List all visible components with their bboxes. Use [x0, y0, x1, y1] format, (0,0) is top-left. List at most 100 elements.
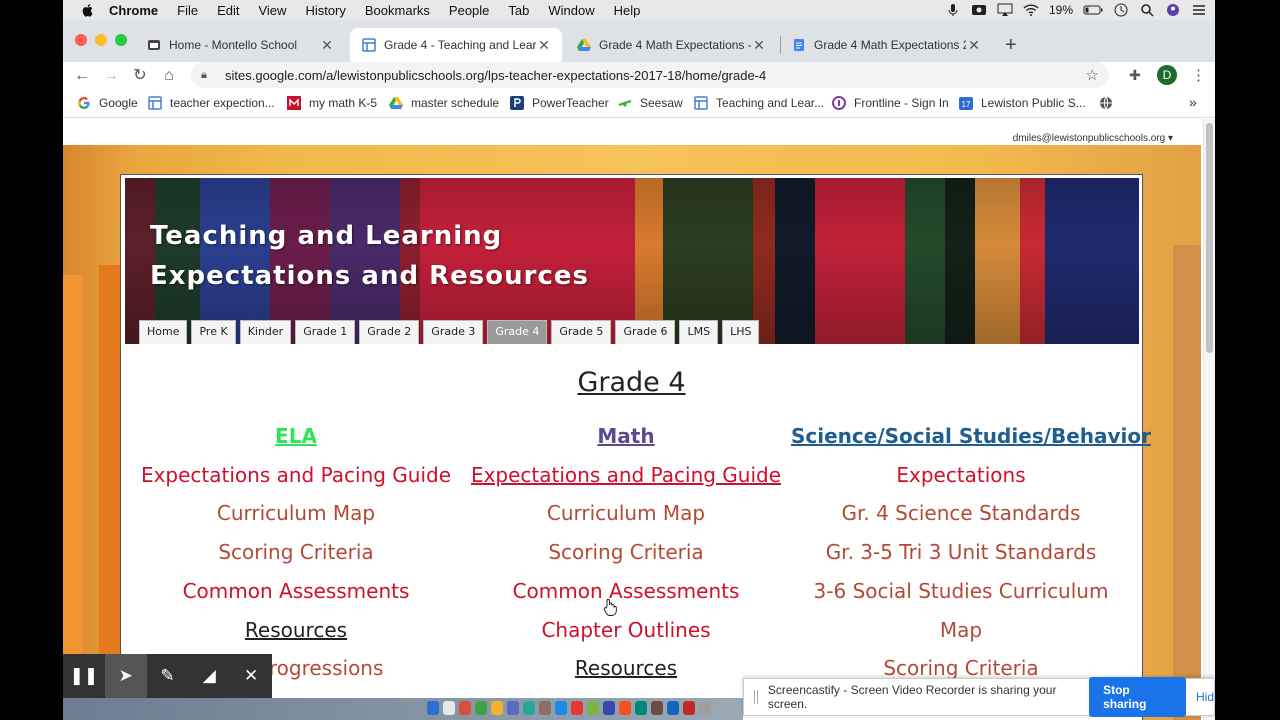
hide-sharing-bar-button[interactable]: Hid	[1196, 690, 1214, 704]
nav-grade-4[interactable]: Grade 4	[487, 320, 548, 344]
nav-home[interactable]: Home	[139, 320, 188, 344]
science-heading-link[interactable]: Science/Social Studies/Behavior	[791, 417, 1151, 456]
nav-grade-1[interactable]: Grade 1	[295, 320, 356, 344]
bookmark-teacher-expection[interactable]: teacher expection...	[148, 96, 275, 110]
close-window-button[interactable]	[75, 34, 87, 46]
search-icon[interactable]	[1139, 3, 1155, 17]
apple-icon[interactable]	[81, 3, 95, 17]
nav-grade-5[interactable]: Grade 5	[551, 320, 612, 344]
menu-tab[interactable]: Tab	[508, 3, 529, 18]
microphone-icon[interactable]	[945, 3, 961, 17]
math-scoring-criteria-link[interactable]: Scoring Criteria	[461, 533, 791, 572]
bookmark-powerteacher[interactable]: PowerTeacher	[510, 96, 609, 110]
unit-standards-link[interactable]: Gr. 3-5 Tri 3 Unit Standards	[791, 533, 1131, 572]
nav-lhs[interactable]: LHS	[722, 320, 760, 344]
minimize-window-button[interactable]	[95, 34, 107, 46]
dock-app-icon[interactable]	[603, 701, 615, 715]
dock-app-icon[interactable]	[491, 701, 503, 715]
science-expectations-link[interactable]: Expectations	[791, 456, 1131, 495]
ela-scoring-criteria-link[interactable]: Scoring Criteria	[131, 533, 461, 572]
extensions-puzzle-icon[interactable]: ✚	[1129, 67, 1141, 84]
url-text[interactable]: sites.google.com/a/lewistonpublicschools…	[225, 68, 766, 83]
ela-heading-link[interactable]: ELA	[131, 417, 461, 456]
bookmark-lewiston-public[interactable]: 17 Lewiston Public S...	[959, 96, 1086, 110]
ela-expectations-link[interactable]: Expectations and Pacing Guide	[131, 456, 461, 495]
dock-app-icon[interactable]	[587, 701, 599, 715]
profile-avatar[interactable]: D	[1157, 65, 1177, 85]
menu-window[interactable]: Window	[548, 3, 594, 18]
nav-grade-3[interactable]: Grade 3	[423, 320, 484, 344]
tab-grade-4-teaching[interactable]: Grade 4 - Teaching and Learnin ✕	[350, 28, 562, 62]
nav-grade-6[interactable]: Grade 6	[615, 320, 676, 344]
menu-app-chrome[interactable]: Chrome	[109, 3, 158, 18]
bookmark-teaching-and-learning[interactable]: Teaching and Lear...	[694, 96, 824, 110]
social-studies-map-link[interactable]: Map	[791, 611, 1131, 650]
math-curriculum-map-link[interactable]: Curriculum Map	[461, 494, 791, 533]
dock-app-icon[interactable]	[683, 701, 695, 715]
ela-resources-link[interactable]: Resources	[131, 611, 461, 650]
bookmark-frontline[interactable]: Frontline - Sign In	[832, 96, 949, 110]
math-chapter-outlines-link[interactable]: Chapter Outlines	[461, 611, 791, 650]
dock-app-icon[interactable]	[507, 701, 519, 715]
airplay-icon[interactable]	[997, 3, 1013, 17]
drag-grip-icon[interactable]	[754, 690, 758, 704]
bookmark-star-icon[interactable]: ☆	[1086, 66, 1099, 84]
menu-history[interactable]: History	[305, 3, 345, 18]
notification-list-icon[interactable]	[1191, 3, 1207, 17]
home-icon[interactable]: ⌂	[158, 65, 180, 87]
tab-math-expectations-doc[interactable]: Grade 4 Math Expectations 20 ✕	[780, 28, 992, 62]
dock-app-icon[interactable]	[459, 701, 471, 715]
nav-pre-k[interactable]: Pre K	[191, 320, 236, 344]
bookmark-globe[interactable]	[1099, 96, 1121, 110]
menu-view[interactable]: View	[258, 3, 286, 18]
ela-common-assessments-link[interactable]: Common Assessments	[131, 572, 461, 611]
dock-app-icon[interactable]	[667, 701, 679, 715]
math-common-assessments-link[interactable]: Common Assessments	[461, 572, 791, 611]
bookmark-google[interactable]: Google	[77, 96, 138, 110]
address-bar[interactable]: 🔒︎ sites.google.com/a/lewistonpublicscho…	[191, 62, 1109, 88]
lock-icon[interactable]: 🔒︎	[201, 69, 213, 82]
dock-app-icon[interactable]	[555, 701, 567, 715]
wifi-icon[interactable]	[1023, 3, 1039, 17]
dock-app-icon[interactable]	[523, 701, 535, 715]
dock-app-icon[interactable]	[475, 701, 487, 715]
forward-arrow-icon[interactable]: →	[100, 65, 122, 87]
dock-app-icon[interactable]	[651, 701, 663, 715]
bookmark-master-schedule[interactable]: master schedule	[389, 96, 499, 110]
user-email-menu[interactable]: dmiles@lewistonpublicschools.org ▾	[1013, 133, 1173, 144]
tab-close-icon[interactable]: ✕	[966, 37, 982, 54]
pause-icon[interactable]: ❚❚	[63, 654, 105, 698]
user-avatar-icon[interactable]	[1165, 3, 1181, 17]
math-heading-link[interactable]: Math	[461, 417, 791, 456]
social-studies-curriculum-link[interactable]: 3-6 Social Studies Curriculum	[791, 572, 1131, 611]
eraser-tool-icon[interactable]: ◢	[188, 654, 230, 698]
science-standards-link[interactable]: Gr. 4 Science Standards	[791, 494, 1131, 533]
menu-bookmarks[interactable]: Bookmarks	[365, 3, 430, 18]
chrome-menu-icon[interactable]: ⋮	[1191, 66, 1206, 84]
zoom-window-button[interactable]	[115, 34, 127, 46]
stop-sharing-button[interactable]: Stop sharing	[1089, 677, 1186, 717]
dock-app-icon[interactable]	[699, 701, 711, 715]
reload-icon[interactable]: ↻	[129, 65, 151, 87]
battery-icon[interactable]	[1083, 3, 1103, 17]
dock-app-icon[interactable]	[427, 701, 439, 715]
pen-tool-icon[interactable]: ✎	[147, 654, 189, 698]
new-tab-icon[interactable]: +	[1005, 34, 1017, 57]
dock-app-icon[interactable]	[539, 701, 551, 715]
menu-file[interactable]: File	[177, 3, 198, 18]
ela-curriculum-map-link[interactable]: Curriculum Map	[131, 494, 461, 533]
more-bookmarks-chevron-icon[interactable]: »	[1189, 94, 1197, 110]
math-expectations-link[interactable]: Expectations and Pacing Guide	[461, 456, 791, 495]
tab-close-icon[interactable]: ✕	[319, 37, 335, 54]
tab-close-icon[interactable]: ✕	[751, 37, 767, 54]
back-arrow-icon[interactable]: ←	[71, 65, 93, 87]
nav-lms[interactable]: LMS	[679, 320, 719, 344]
camera-icon[interactable]	[971, 3, 987, 17]
page-scrollbar[interactable]	[1203, 119, 1215, 720]
tab-close-icon[interactable]: ✕	[536, 37, 552, 54]
tab-math-expectations-drive[interactable]: Grade 4 Math Expectations - G ✕	[565, 28, 777, 62]
math-resources-link[interactable]: Resources	[461, 649, 791, 688]
nav-grade-2[interactable]: Grade 2	[359, 320, 420, 344]
close-controls-icon[interactable]: ✕	[230, 654, 272, 698]
clock-icon[interactable]	[1113, 3, 1129, 17]
